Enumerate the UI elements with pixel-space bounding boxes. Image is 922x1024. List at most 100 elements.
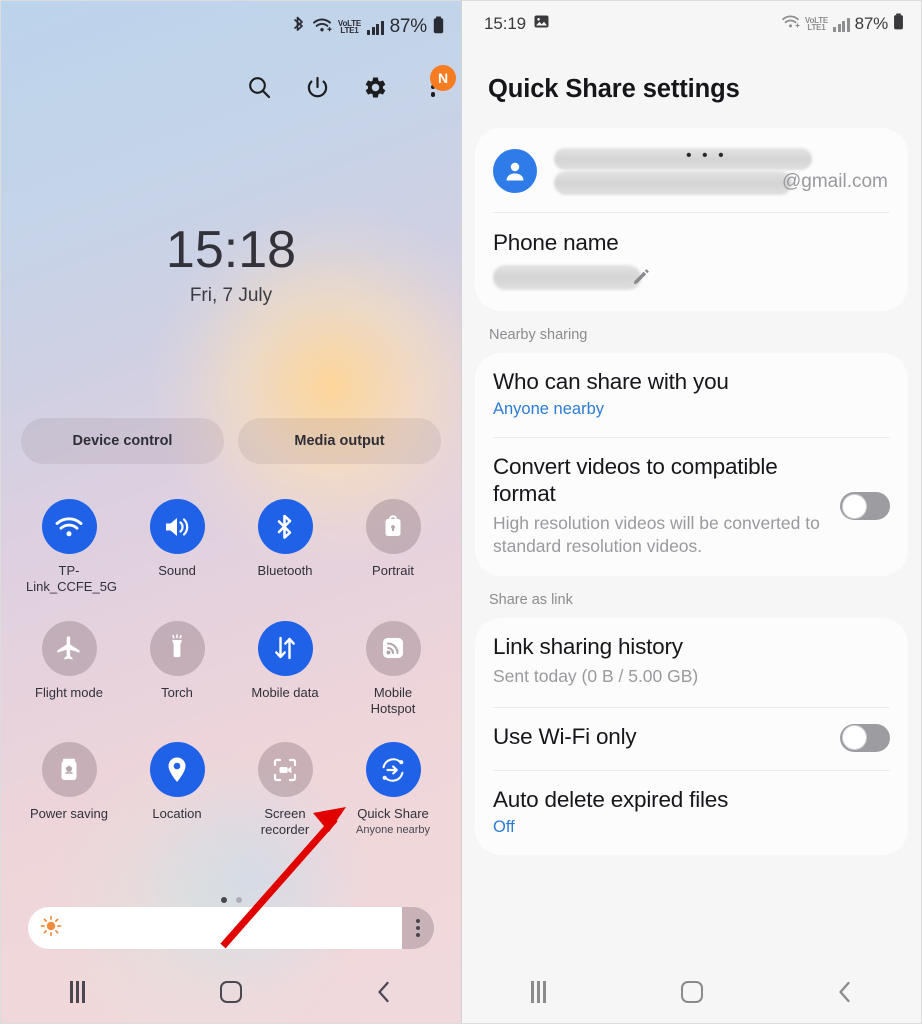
bluetooth-icon: [257, 499, 313, 554]
item-title: Link sharing history: [493, 634, 683, 660]
convert-videos-toggle[interactable]: [840, 492, 890, 521]
tile-label: Screen recorder: [260, 806, 310, 838]
recents-button[interactable]: [43, 969, 113, 1015]
tile-torch[interactable]: Torch: [123, 620, 231, 717]
settings-scroll-area[interactable]: • • • @gmail.com Phone name Nearby shari…: [462, 128, 921, 855]
recents-icon: [531, 981, 546, 1003]
item-title: Auto delete expired files: [493, 786, 729, 812]
page-dot-inactive[interactable]: [235, 897, 242, 903]
tile-screen-recorder[interactable]: Screen recorder: [231, 742, 339, 838]
item-convert-videos[interactable]: Convert videos to compatible format High…: [475, 438, 908, 576]
back-button[interactable]: [810, 969, 880, 1015]
item-description: High resolution videos will be converted…: [493, 512, 820, 557]
recents-icon: [70, 981, 85, 1003]
brightness-sun-icon: [40, 915, 62, 942]
item-title: Convert videos to compatible format: [493, 454, 778, 506]
use-wifi-only-toggle[interactable]: [840, 723, 890, 752]
battery-icon: [433, 16, 444, 39]
tile-mobile-data[interactable]: Mobile data: [231, 620, 339, 717]
tile-label: Mobile data: [251, 684, 319, 700]
item-who-can-share[interactable]: Who can share with you Anyone nearby: [475, 353, 908, 437]
back-icon: [378, 981, 389, 1003]
tile-flight-mode[interactable]: Flight mode: [15, 620, 123, 717]
sound-icon: [149, 499, 205, 554]
tile-portrait[interactable]: Portrait: [339, 499, 447, 595]
tile-mobile-hotspot[interactable]: Mobile Hotspot: [339, 620, 447, 717]
page-title: Quick Share settings: [488, 75, 740, 103]
brightness-slider[interactable]: [28, 907, 434, 949]
item-value: Anyone nearby: [493, 400, 604, 419]
pencil-edit-icon[interactable]: [633, 268, 650, 290]
signal-bars-icon: [833, 17, 850, 32]
home-icon: [219, 981, 242, 1003]
tile-row: TP-Link_CCFE_5G Sound Bluetooth Portrait: [15, 499, 447, 595]
quick-settings-panel: VoLTE LTE1 87% N 15:18 Fri, 7 July Devic…: [0, 0, 461, 1024]
airplane-icon: [41, 620, 97, 676]
account-card: • • • @gmail.com Phone name: [475, 128, 908, 311]
quick-share-settings-screen: 15:19 VoLTE LTE1 87% Quick Share setting…: [461, 0, 922, 1024]
back-button[interactable]: [349, 969, 419, 1015]
volte-indicator: VoLTE LTE1: [337, 18, 362, 35]
toggle-knob: [841, 493, 867, 519]
home-icon: [680, 981, 703, 1003]
item-text: Auto delete expired files Off: [493, 787, 890, 837]
share-as-link-card: Link sharing history Sent today (0 B / 5…: [475, 618, 908, 855]
phone-name-value: [493, 265, 890, 291]
tile-power-saving[interactable]: Power saving: [15, 742, 123, 838]
tile-label: Mobile Hotspot: [370, 684, 416, 716]
tile-label: Bluetooth: [257, 563, 313, 578]
tile-sound[interactable]: Sound: [123, 499, 231, 595]
item-link-sharing-history[interactable]: Link sharing history Sent today (0 B / 5…: [475, 618, 908, 706]
tile-label: Sound: [158, 563, 196, 578]
tile-row: Flight mode Torch Mobile data Mobile Hot…: [15, 620, 447, 717]
phone-name-row[interactable]: Phone name: [475, 213, 908, 311]
redaction-block: [554, 171, 792, 195]
status-clock: 15:19: [484, 14, 549, 34]
rotation-lock-icon: [365, 499, 421, 554]
wifi-icon: [312, 17, 332, 38]
navigation-bar-left: [1, 961, 461, 1023]
device-control-button[interactable]: Device control: [21, 418, 224, 464]
item-use-wifi-only[interactable]: Use Wi-Fi only: [475, 708, 908, 770]
tile-wifi[interactable]: TP-Link_CCFE_5G: [15, 499, 123, 595]
status-icons-left: VoLTE LTE1 87%: [291, 15, 444, 39]
more-options-icon[interactable]: N: [419, 65, 456, 101]
tile-quick-share[interactable]: Quick Share Anyone nearby: [339, 742, 447, 838]
home-button[interactable]: [657, 969, 727, 1015]
mobile-data-icon: [257, 620, 313, 676]
navigation-bar-right: [462, 961, 921, 1023]
item-auto-delete-expired-files[interactable]: Auto delete expired files Off: [475, 771, 908, 855]
brightness-more-options-icon[interactable]: [402, 907, 434, 949]
screen-recorder-icon: [257, 742, 313, 798]
home-button[interactable]: [196, 969, 266, 1015]
hotspot-icon: [365, 620, 421, 676]
recents-button[interactable]: [504, 969, 574, 1015]
status-icons-right: VoLTE LTE1 87%: [781, 13, 904, 35]
quick-tiles-grid: TP-Link_CCFE_5G Sound Bluetooth Portrait…: [15, 499, 447, 838]
quick-panel-pills: Device control Media output: [21, 418, 441, 464]
item-text: Convert videos to compatible format High…: [493, 454, 828, 558]
flashlight-icon: [149, 620, 205, 676]
page-dot-active[interactable]: [220, 897, 227, 903]
redaction-block: [493, 265, 641, 290]
account-row[interactable]: • • • @gmail.com: [475, 128, 908, 212]
group-header-nearby-sharing: Nearby sharing: [489, 327, 588, 343]
wifi-icon: [781, 14, 800, 34]
settings-gear-icon[interactable]: [361, 73, 389, 101]
bluetooth-icon: [291, 15, 306, 39]
search-icon[interactable]: [245, 73, 273, 101]
person-avatar-icon: [493, 149, 537, 193]
tile-bluetooth[interactable]: Bluetooth: [231, 499, 339, 595]
battery-percent-label: 87%: [389, 16, 428, 37]
clock-date: Fri, 7 July: [189, 284, 273, 306]
notification-badge: N: [430, 65, 456, 91]
battery-icon: [893, 13, 904, 35]
redaction-block: [554, 148, 812, 170]
account-name-redacted: • • •: [686, 147, 727, 164]
brightness-track[interactable]: [28, 907, 402, 949]
tile-label: Power saving: [29, 806, 109, 822]
tile-label: Quick Share: [357, 806, 429, 822]
media-output-button[interactable]: Media output: [238, 418, 441, 464]
tile-location[interactable]: Location: [123, 742, 231, 838]
power-icon[interactable]: [303, 73, 331, 101]
